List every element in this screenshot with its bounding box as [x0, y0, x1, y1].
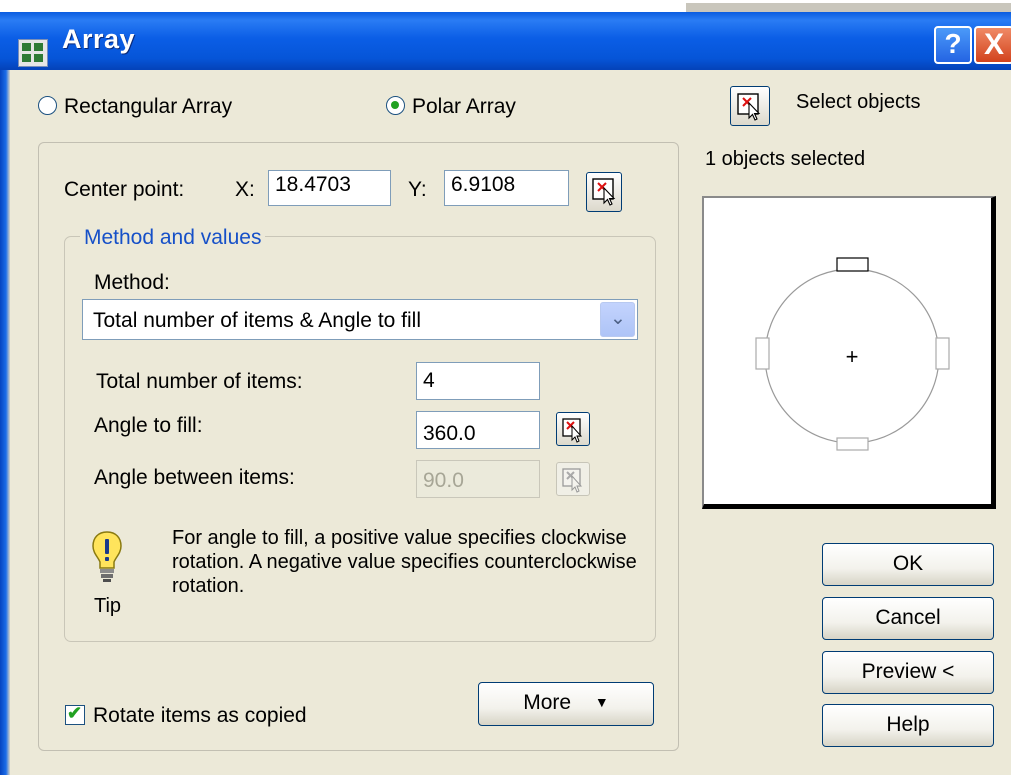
close-button[interactable]: X [974, 26, 1011, 64]
pick-angle-fill-button[interactable] [556, 412, 590, 446]
polar-array-label[interactable]: Polar Array [412, 95, 516, 119]
radio-selected-dot [391, 101, 399, 109]
select-objects-icon [737, 93, 761, 121]
window-title: Array [62, 24, 136, 54]
tip-label: Tip [94, 595, 122, 617]
center-marker: + [846, 344, 859, 369]
objects-selected-status: 1 objects selected [705, 148, 866, 170]
center-point-label: Center point: [64, 178, 185, 201]
rotate-items-checkbox[interactable]: ✔ [65, 703, 85, 725]
total-items-input[interactable]: 4 [416, 362, 540, 400]
angle-between-input: 90.0 [416, 460, 540, 498]
array-app-icon [18, 39, 48, 67]
center-y-label: Y: [408, 178, 427, 201]
select-objects-label: Select objects [796, 91, 921, 113]
rotate-items-label[interactable]: Rotate items as copied [93, 704, 307, 728]
rectangular-array-label[interactable]: Rectangular Array [64, 95, 232, 119]
polar-array-preview-graphic: + [755, 257, 950, 451]
dropdown-arrow-button[interactable]: ⌄ [600, 302, 635, 337]
cancel-button[interactable]: Cancel [822, 597, 994, 640]
angle-fill-input[interactable]: 360.0 [416, 411, 540, 449]
tip-lightbulb-icon [92, 531, 122, 582]
angle-between-label: Angle between items: [94, 466, 295, 489]
pick-point-icon [592, 178, 616, 206]
array-dialog: Array ? X Rectangular Array Polar Array … [0, 0, 1011, 775]
chevron-down-icon: ⌄ [610, 308, 626, 329]
method-label: Method: [94, 271, 170, 294]
total-items-label: Total number of items: [96, 370, 303, 393]
select-objects-button[interactable] [730, 86, 770, 126]
more-button-label: More [523, 691, 572, 714]
title-bar[interactable] [0, 12, 1011, 70]
preview-button[interactable]: Preview < [822, 651, 994, 694]
checkmark-icon: ✔ [67, 703, 83, 723]
angle-fill-label: Angle to fill: [94, 414, 203, 437]
double-chevron-down-icon: ▼ [594, 694, 609, 710]
method-dropdown[interactable]: Total number of items & Angle to fill ⌄ [82, 299, 638, 340]
pick-angle-disabled-icon [562, 468, 583, 493]
pick-angle-between-button [556, 462, 590, 496]
polar-array-radio[interactable] [386, 96, 405, 115]
array-preview: + [702, 196, 996, 509]
method-values-title: Method and values [80, 226, 266, 250]
more-button[interactable]: More ▼ [478, 682, 654, 726]
center-y-input[interactable]: 6.9108 [444, 170, 569, 206]
rectangular-array-radio[interactable] [38, 96, 57, 115]
background-strip [0, 0, 1011, 12]
pick-center-point-button[interactable] [586, 172, 622, 212]
window-border [0, 70, 10, 775]
pick-angle-icon [562, 418, 583, 443]
tip-text: For angle to fill, a positive value spec… [172, 527, 637, 597]
center-x-label: X: [235, 178, 255, 201]
center-x-input[interactable]: 18.4703 [268, 170, 391, 206]
method-selected-value: Total number of items & Angle to fill [93, 309, 421, 332]
ok-button[interactable]: OK [822, 543, 994, 586]
help-button[interactable]: Help [822, 704, 994, 747]
help-title-button[interactable]: ? [934, 26, 972, 64]
